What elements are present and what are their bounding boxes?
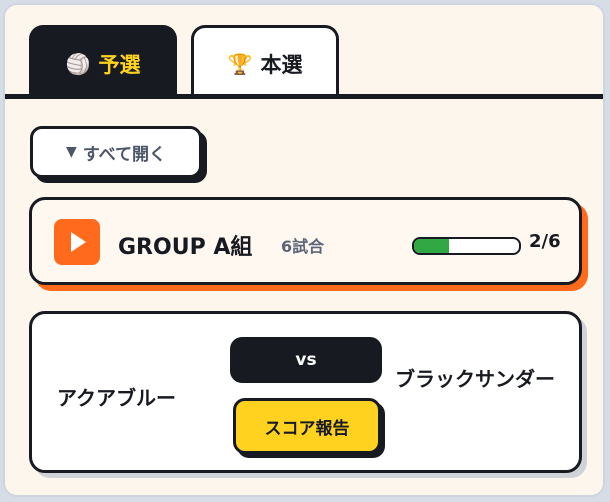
progress-bar: [412, 237, 521, 255]
progress-text: 2/6: [529, 231, 561, 252]
match-card: アクアブルー vs スコア報告 ブラックサンダー: [29, 311, 582, 473]
tab-finals[interactable]: 🏆 本選: [191, 25, 339, 99]
group-header-card[interactable]: GROUP A組 6試合 2/6: [29, 197, 582, 285]
play-icon[interactable]: [54, 219, 100, 265]
trophy-icon: 🏆: [227, 51, 253, 76]
tab-finals-label: 本選: [260, 52, 303, 77]
score-report-button[interactable]: スコア報告: [233, 398, 381, 454]
match-count: 6試合: [281, 237, 325, 256]
tab-preliminary[interactable]: 🏐 予選: [29, 25, 177, 99]
tab-underline: [5, 94, 603, 99]
expand-all-button[interactable]: ▼ すべて開く: [30, 126, 202, 178]
volleyball-icon: 🏐: [65, 51, 91, 76]
expand-all-label: すべて開く: [82, 144, 166, 165]
team-b-name: ブラックサンダー: [395, 367, 555, 391]
app-frame: 🏐 予選 🏆 本選 ▼ すべて開く GROUP A組 6試合 2/6 アクアブル…: [3, 3, 605, 497]
team-a-name: アクアブルー: [57, 386, 176, 410]
vs-badge: vs: [230, 337, 382, 383]
triangle-down-icon: ▼: [66, 144, 77, 160]
tab-preliminary-label: 予選: [98, 52, 141, 77]
group-title: GROUP A組: [118, 235, 253, 260]
stage-tabs: 🏐 予選 🏆 本選: [5, 5, 603, 100]
progress-fill: [414, 239, 449, 253]
